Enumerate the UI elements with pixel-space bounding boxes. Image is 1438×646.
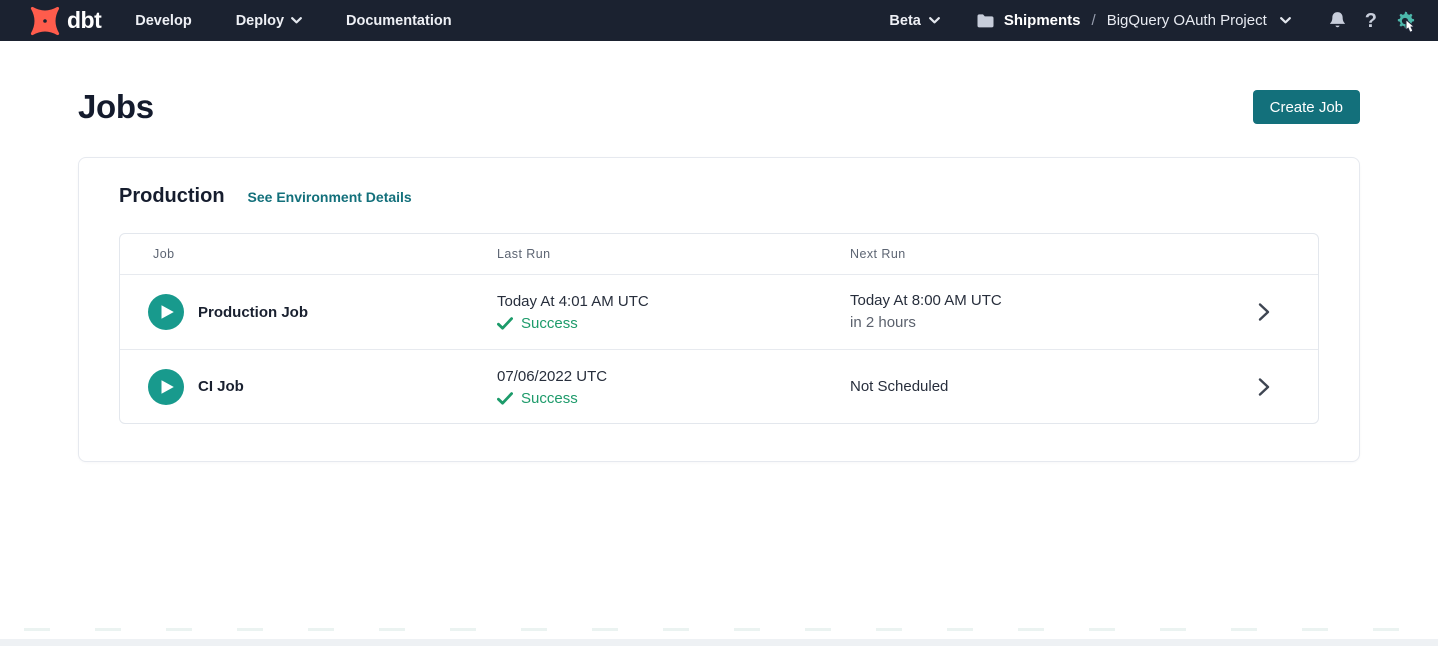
title-row: Jobs Create Job (78, 88, 1360, 126)
column-header-next-run: Next Run (817, 247, 1210, 261)
main-content: Jobs Create Job Production See Environme… (0, 88, 1438, 462)
table-header-row: Job Last Run Next Run (120, 234, 1318, 275)
chevron-down-icon[interactable] (1280, 17, 1291, 24)
top-nav: dbt Develop Deploy Documentation Beta Sh… (0, 0, 1438, 41)
page-title: Jobs (78, 88, 154, 126)
status-text: Success (521, 315, 578, 332)
chevron-right-icon[interactable] (1257, 302, 1271, 322)
nav-item-documentation-label: Documentation (346, 13, 452, 29)
column-header-job: Job (120, 247, 464, 261)
success-check-icon (497, 317, 513, 330)
last-run-cell: Today At 4:01 AM UTC Success (464, 292, 817, 332)
table-row-ci-job[interactable]: CI Job 07/06/2022 UTC Success Not Schedu… (120, 349, 1318, 423)
table-row-production-job[interactable]: Production Job Today At 4:01 AM UTC Succ… (120, 275, 1318, 349)
environment-card: Production See Environment Details Job L… (78, 157, 1360, 462)
next-run-cell: Today At 8:00 AM UTC in 2 hours (817, 291, 1210, 333)
next-run-time: Not Scheduled (850, 377, 1210, 397)
jobs-table: Job Last Run Next Run Production Job Tod… (119, 233, 1319, 424)
nav-item-deploy[interactable]: Deploy (236, 13, 302, 29)
last-run-cell: 07/06/2022 UTC Success (464, 367, 817, 407)
primary-nav: Develop Deploy Documentation (135, 13, 451, 29)
last-run-status: Success (497, 315, 817, 332)
nav-item-develop-label: Develop (135, 13, 191, 29)
next-run-cell: Not Scheduled (817, 377, 1210, 397)
nav-item-develop[interactable]: Develop (135, 13, 191, 29)
run-job-play-button[interactable] (148, 369, 184, 405)
job-name[interactable]: Production Job (198, 304, 308, 321)
next-run-time: Today At 8:00 AM UTC (850, 291, 1210, 311)
nav-right: Beta Shipments / BigQuery OAuth Project … (889, 10, 1416, 32)
dbt-logo-text: dbt (67, 7, 101, 34)
row-open-cell (1210, 302, 1318, 322)
environment-name: Production (119, 185, 225, 208)
project-name[interactable]: BigQuery OAuth Project (1107, 12, 1267, 29)
nav-item-deploy-label: Deploy (236, 13, 284, 29)
settings-gear-icon[interactable] (1394, 10, 1416, 32)
chevron-down-icon (291, 17, 302, 24)
next-run-relative: in 2 hours (850, 313, 1210, 333)
play-icon (160, 379, 175, 395)
bottom-strip (0, 639, 1438, 646)
help-icon[interactable]: ? (1365, 11, 1377, 31)
environment-header: Production See Environment Details (119, 185, 1319, 208)
job-cell: CI Job (120, 369, 464, 405)
nav-icon-group: ? (1327, 10, 1416, 32)
breadcrumb-separator: / (1090, 12, 1098, 29)
environment-details-link[interactable]: See Environment Details (248, 189, 412, 205)
success-check-icon (497, 392, 513, 405)
project-breadcrumb: Shipments / BigQuery OAuth Project (976, 12, 1291, 29)
dbt-logo-icon (30, 6, 60, 36)
status-text: Success (521, 390, 578, 407)
beta-label: Beta (889, 13, 920, 29)
nav-item-documentation[interactable]: Documentation (346, 13, 452, 29)
notifications-bell-icon[interactable] (1327, 10, 1348, 31)
last-run-status: Success (497, 390, 817, 407)
last-run-time: 07/06/2022 UTC (497, 367, 817, 387)
dbt-logo[interactable]: dbt (30, 6, 101, 36)
play-icon (160, 304, 175, 320)
beta-dropdown[interactable]: Beta (889, 13, 939, 29)
chevron-down-icon (929, 17, 940, 24)
last-run-time: Today At 4:01 AM UTC (497, 292, 817, 312)
column-header-last-run: Last Run (464, 247, 817, 261)
create-job-button[interactable]: Create Job (1253, 90, 1360, 124)
run-job-play-button[interactable] (148, 294, 184, 330)
bottom-dashed-divider (0, 628, 1438, 638)
account-name[interactable]: Shipments (1004, 12, 1081, 29)
job-cell: Production Job (120, 294, 464, 330)
job-name[interactable]: CI Job (198, 378, 244, 395)
row-open-cell (1210, 377, 1318, 397)
chevron-right-icon[interactable] (1257, 377, 1271, 397)
folder-icon (976, 13, 995, 29)
